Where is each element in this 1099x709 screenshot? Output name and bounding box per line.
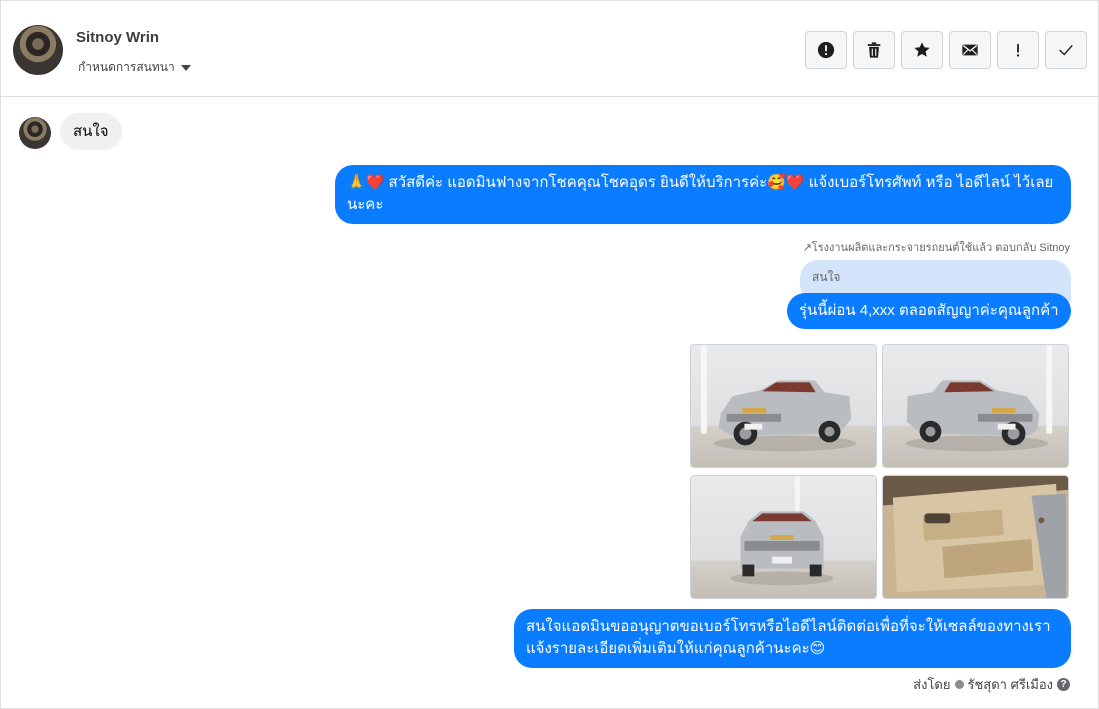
star-button[interactable] xyxy=(901,31,943,69)
outgoing-message-greeting[interactable]: 🙏❤️ สวัสดีค่ะ แอดมินฟางจากโชคคุณโชคอุดร … xyxy=(335,165,1071,224)
assign-conversation-label: กำหนดการสนทนา xyxy=(78,60,175,74)
star-icon xyxy=(914,42,930,57)
conversation-header: Sitnoy Wrin กำหนดการสนทนา xyxy=(1,1,1098,97)
alert-circle-icon xyxy=(817,41,835,59)
conversation-toolbar xyxy=(805,31,1087,69)
follow-up-button[interactable] xyxy=(997,31,1039,69)
contact-avatar-small xyxy=(19,117,51,149)
photo-pickup-front-left[interactable] xyxy=(690,344,877,468)
sender-name: รัชสุดา ศรีเมือง xyxy=(967,677,1054,692)
outgoing-message-price[interactable]: รุ่นนี้ผ่อน 4,xxx ตลอดสัญญาค่ะคุณลูกค้า xyxy=(787,293,1071,329)
verified-dot-icon xyxy=(954,680,964,689)
help-icon[interactable]: ? xyxy=(1057,678,1070,691)
mark-unread-button[interactable] xyxy=(949,31,991,69)
assign-conversation-dropdown[interactable]: กำหนดการสนทนา xyxy=(78,58,191,77)
check-icon xyxy=(1059,45,1073,56)
trash-icon xyxy=(867,42,881,58)
incoming-message[interactable]: สนใจ xyxy=(60,113,122,150)
envelope-icon xyxy=(962,44,978,56)
caret-down-icon xyxy=(180,65,191,71)
contact-avatar[interactable] xyxy=(13,25,63,75)
exclamation-icon xyxy=(1016,43,1020,57)
photo-pickup-front-right[interactable] xyxy=(882,344,1069,468)
outgoing-message-request-contact[interactable]: สนใจแอดมินขออนุญาตขอเบอร์โทรหรือไอดีไลน์… xyxy=(514,609,1071,668)
sent-by-info: ส่งโดย รัชสุดา ศรีเมือง ? xyxy=(913,674,1070,695)
photo-pickup-front[interactable] xyxy=(690,475,877,599)
reply-context-note: ↗โรงงานผลิตและกระจายรถยนต์ใช้แล้ว ตอบกลั… xyxy=(802,242,1070,254)
delete-button[interactable] xyxy=(853,31,895,69)
sent-by-prefix: ส่งโดย xyxy=(913,677,951,692)
done-button[interactable] xyxy=(1045,31,1087,69)
photo-door-interior[interactable] xyxy=(882,475,1069,599)
spam-button[interactable] xyxy=(805,31,847,69)
contact-name[interactable]: Sitnoy Wrin xyxy=(76,29,159,46)
